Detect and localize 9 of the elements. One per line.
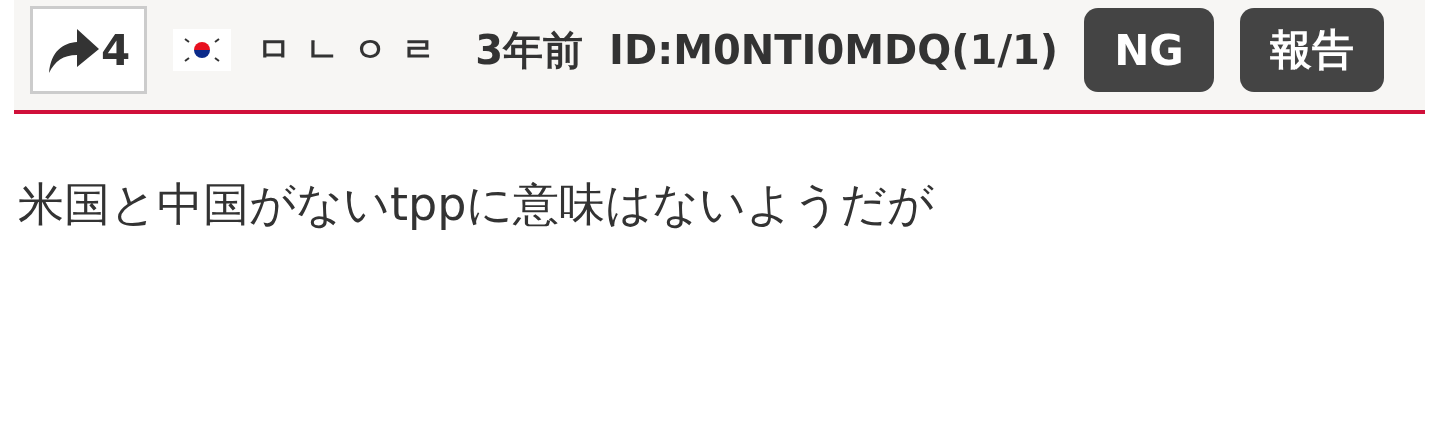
poster-name: ㅁㄴㅇㄹ: [257, 28, 450, 71]
poster-id: ID:M0NTI0MDQ(1/1): [609, 27, 1059, 73]
share-arrow-icon: [47, 27, 101, 73]
ng-button[interactable]: NG: [1084, 8, 1214, 92]
post-body: 米国と中国がないtppに意味はないようだが: [18, 176, 936, 233]
post-time: 3年前: [475, 25, 584, 75]
flag-icon: [173, 29, 232, 71]
report-button[interactable]: 報告: [1239, 8, 1384, 92]
reply-button[interactable]: 4: [30, 6, 148, 94]
